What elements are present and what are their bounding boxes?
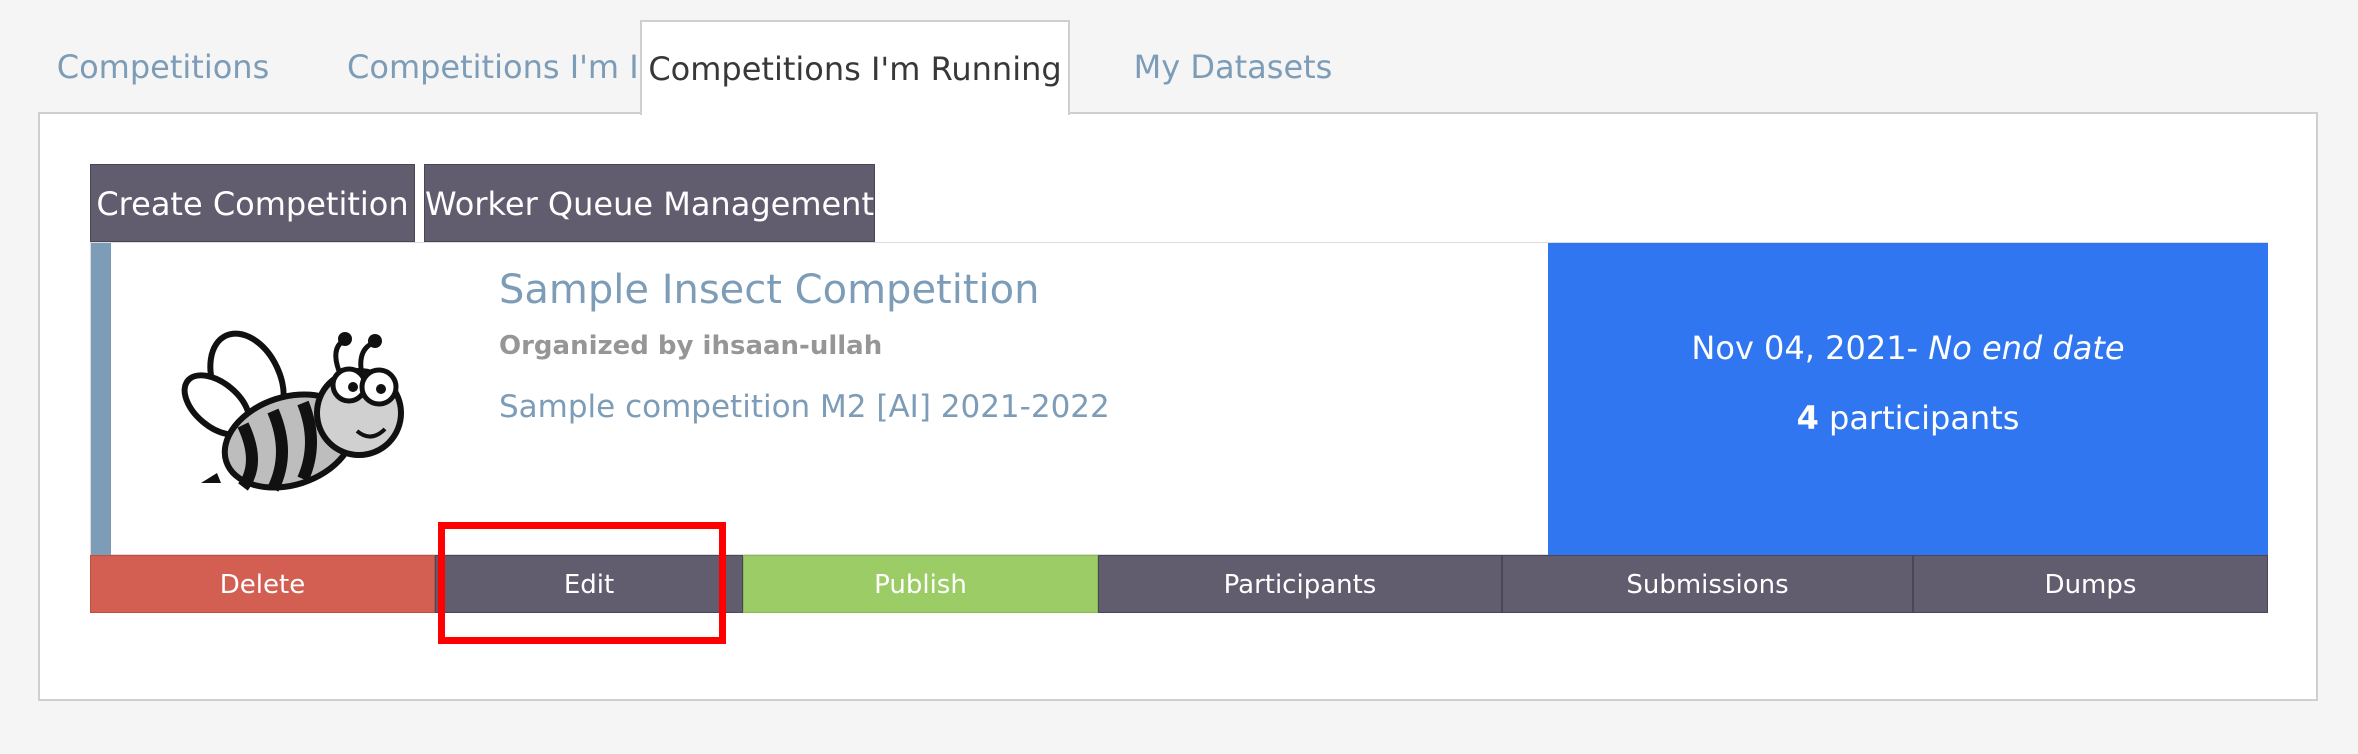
worker-queue-management-button[interactable]: Worker Queue Management xyxy=(424,164,875,242)
dumps-button[interactable]: Dumps xyxy=(1913,555,2268,613)
competition-dates: Nov 04, 2021- No end date xyxy=(1548,329,2268,367)
tab-bar: Competitions Competitions I'm In Competi… xyxy=(38,20,2318,115)
competition-info-box: Nov 04, 2021- No end date 4 participants xyxy=(1548,243,2268,556)
competitions-panel: Create Competition Worker Queue Manageme… xyxy=(38,112,2318,701)
competition-card: Sample Insect Competition Organized by i… xyxy=(90,242,2268,556)
tab-competitions-im-in[interactable]: Competitions I'm In xyxy=(318,20,688,114)
tab-my-datasets[interactable]: My Datasets xyxy=(1108,20,1358,114)
participant-label: participants xyxy=(1829,399,2020,437)
participants-button[interactable]: Participants xyxy=(1098,555,1502,613)
tab-competitions-im-running[interactable]: Competitions I'm Running xyxy=(640,20,1070,115)
card-accent-bar xyxy=(91,243,111,556)
start-date: Nov 04, 2021- xyxy=(1691,329,1919,367)
end-date: No end date xyxy=(1928,329,2125,367)
edit-button-highlight xyxy=(438,522,726,644)
delete-button[interactable]: Delete xyxy=(90,555,435,613)
competition-actions: Delete Edit Publish Participants Submiss… xyxy=(90,555,2268,613)
tab-competitions[interactable]: Competitions xyxy=(38,20,288,114)
bee-icon xyxy=(181,330,404,492)
create-competition-button[interactable]: Create Competition xyxy=(90,164,415,242)
submissions-button[interactable]: Submissions xyxy=(1502,555,1913,613)
publish-button[interactable]: Publish xyxy=(743,555,1098,613)
competition-description: Sample competition M2 [AI] 2021-2022 xyxy=(499,389,1110,425)
competition-organizer: Organized by ihsaan-ullah xyxy=(499,331,883,361)
participant-number: 4 xyxy=(1796,399,1819,437)
competition-title[interactable]: Sample Insect Competition xyxy=(499,267,1039,313)
participant-count: 4 participants xyxy=(1548,399,2268,437)
